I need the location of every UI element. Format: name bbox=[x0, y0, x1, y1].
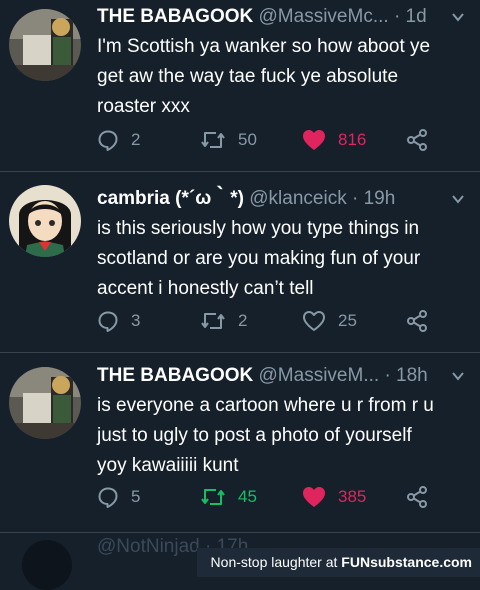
tweet-text-line: just to ugly to post a photo of yourself bbox=[97, 425, 412, 446]
retweet-icon bbox=[201, 313, 225, 329]
tweet-3[interactable]: THE BABAGOOK @MassiveM... · 18h is every… bbox=[0, 353, 480, 533]
chevron-down-icon[interactable] bbox=[452, 193, 464, 205]
tweet-text-line: roaster xxx bbox=[97, 96, 190, 117]
retweet-button[interactable]: 2 bbox=[200, 306, 247, 336]
avatar[interactable] bbox=[9, 367, 81, 439]
share-icon bbox=[407, 310, 427, 332]
like-count: 816 bbox=[338, 130, 367, 149]
heart-filled-icon bbox=[303, 130, 325, 150]
retweet-icon bbox=[201, 132, 225, 148]
reply-count: 3 bbox=[131, 311, 141, 330]
reply-icon bbox=[98, 311, 118, 332]
reply-icon bbox=[98, 487, 118, 508]
retweet-count: 2 bbox=[238, 311, 248, 330]
tweet-text: is everyone a cartoon where u r from r u… bbox=[97, 391, 467, 481]
like-button[interactable]: 816 bbox=[302, 125, 366, 155]
avatar[interactable] bbox=[22, 540, 72, 590]
tweet-2[interactable]: cambria (*´ω｀*) @klanceick · 19h is this… bbox=[0, 172, 480, 352]
watermark-brand: FUNsubstance.com bbox=[341, 554, 472, 570]
share-button[interactable] bbox=[405, 482, 429, 512]
reply-count: 2 bbox=[131, 130, 141, 149]
tweet-text-line: scotland or are you making fun of your bbox=[97, 248, 421, 269]
display-name[interactable]: cambria (*´ω｀*) bbox=[97, 188, 244, 209]
share-button[interactable] bbox=[405, 306, 429, 336]
retweet-count: 50 bbox=[238, 130, 257, 149]
retweet-count: 45 bbox=[238, 487, 257, 506]
tweet-text: I'm Scottish ya wanker so how aboot ye g… bbox=[97, 32, 467, 122]
display-name[interactable]: THE BABAGOOK bbox=[97, 365, 253, 386]
chevron-down-icon[interactable] bbox=[452, 370, 464, 382]
avatar[interactable] bbox=[9, 9, 81, 81]
retweet-icon bbox=[201, 489, 225, 505]
display-name[interactable]: THE BABAGOOK bbox=[97, 6, 253, 27]
timestamp[interactable]: · 18h bbox=[384, 365, 427, 386]
tweet-text: is this seriously how you type things in… bbox=[97, 214, 467, 304]
reply-button[interactable]: 2 bbox=[97, 125, 140, 155]
chevron-down-icon[interactable] bbox=[452, 11, 464, 23]
share-icon bbox=[407, 129, 427, 151]
like-count: 385 bbox=[338, 487, 367, 506]
share-icon bbox=[407, 486, 427, 508]
heart-filled-icon bbox=[303, 487, 325, 507]
like-button[interactable]: 25 bbox=[302, 306, 357, 336]
reply-button[interactable]: 5 bbox=[97, 482, 140, 512]
retweet-button[interactable]: 45 bbox=[200, 482, 257, 512]
timestamp[interactable]: · 19h bbox=[352, 188, 395, 209]
tweet-1[interactable]: THE BABAGOOK @MassiveMc... · 1d I'm Scot… bbox=[0, 0, 480, 170]
user-handle[interactable]: @MassiveMc... bbox=[259, 6, 389, 27]
watermark-prefix: Non-stop laughter at bbox=[210, 554, 338, 570]
avatar[interactable] bbox=[9, 185, 81, 257]
like-button[interactable]: 385 bbox=[302, 482, 366, 512]
watermark: Non-stop laughter at FUNsubstance.com bbox=[196, 548, 480, 577]
tweet-text-line: yoy kawaiiiii kunt bbox=[97, 455, 239, 476]
tweet-text-line: accent i honestly can’t tell bbox=[97, 278, 314, 299]
tweet-text-line: is this seriously how you type things in bbox=[97, 218, 420, 239]
timestamp[interactable]: · 1d bbox=[394, 6, 427, 27]
like-count: 25 bbox=[338, 311, 357, 330]
share-button[interactable] bbox=[405, 125, 429, 155]
user-handle[interactable]: @klanceick bbox=[249, 188, 346, 209]
retweet-button[interactable]: 50 bbox=[200, 125, 257, 155]
reply-icon bbox=[98, 130, 118, 151]
heart-outline-icon bbox=[303, 311, 325, 331]
tweet-text-line: get aw the way tae fuck ye absolute bbox=[97, 66, 399, 87]
user-handle[interactable]: @MassiveM... bbox=[259, 365, 380, 386]
reply-button[interactable]: 3 bbox=[97, 306, 140, 336]
tweet-text-line: I'm Scottish ya wanker so how aboot ye bbox=[97, 36, 431, 57]
reply-count: 5 bbox=[131, 487, 141, 506]
tweet-text-line: is everyone a cartoon where u r from r u bbox=[97, 395, 434, 416]
divider bbox=[0, 532, 480, 533]
